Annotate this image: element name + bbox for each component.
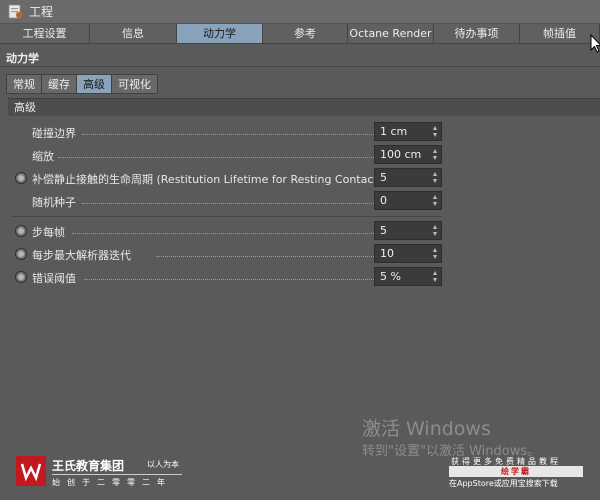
- max-solver-iterations-field[interactable]: 10: [374, 244, 442, 263]
- subtab-advanced[interactable]: 高级: [76, 74, 112, 94]
- field-value: 5 %: [380, 270, 401, 283]
- param-label: 缩放: [32, 150, 54, 163]
- param-row-random-seed: 随机种子 0: [12, 191, 442, 211]
- tab-project-settings[interactable]: 工程设置: [0, 24, 90, 44]
- animate-radio-icon[interactable]: [15, 172, 27, 184]
- promo-download-text: 在AppStore或应用宝搜索下载: [449, 479, 558, 488]
- animate-radio-icon[interactable]: [15, 248, 27, 260]
- spinner-arrows-icon[interactable]: [433, 271, 438, 283]
- dotted-leader: [156, 256, 376, 257]
- field-value: 100 cm: [380, 148, 422, 161]
- scale-field[interactable]: 100 cm: [374, 145, 442, 164]
- param-row-collision-margin: 碰撞边界 1 cm: [12, 122, 442, 142]
- mouse-cursor-icon: [590, 34, 600, 53]
- field-value: 10: [380, 247, 394, 260]
- subtab-visualization[interactable]: 可视化: [111, 74, 158, 94]
- tab-octane-render[interactable]: Octane Render: [348, 24, 434, 44]
- animate-radio-icon[interactable]: [15, 271, 27, 283]
- param-row-scale: 缩放 100 cm: [12, 145, 442, 165]
- promo-brand: 绘学霸: [449, 466, 583, 477]
- spinner-arrows-icon[interactable]: [433, 225, 438, 237]
- tab-dynamics[interactable]: 动力学: [177, 24, 263, 44]
- param-label: 步每帧: [32, 226, 65, 239]
- spinner-arrows-icon[interactable]: [433, 195, 438, 207]
- logo-subtitle: 始创于二零零二年: [52, 478, 172, 487]
- main-tabs: 工程设置 信息 动力学 参考 Octane Render 待办事项 帧插值: [0, 24, 600, 44]
- tab-info[interactable]: 信息: [90, 24, 177, 44]
- panel-title: 动力学: [6, 52, 39, 65]
- param-row-restitution-lifetime: 补偿静止接触的生命周期 (Restitution Lifetime for Re…: [12, 168, 442, 188]
- dotted-leader: [72, 233, 376, 234]
- field-value: 1 cm: [380, 125, 408, 138]
- restitution-lifetime-field[interactable]: 5: [374, 168, 442, 187]
- error-threshold-field[interactable]: 5 %: [374, 267, 442, 286]
- section-header-advanced: 高级: [8, 98, 600, 116]
- field-value: 5: [380, 224, 387, 237]
- animate-radio-icon[interactable]: [15, 225, 27, 237]
- param-row-steps-per-frame: 步每帧 5: [12, 221, 442, 241]
- subtab-cache[interactable]: 缓存: [41, 74, 77, 94]
- collision-margin-field[interactable]: 1 cm: [374, 122, 442, 141]
- dotted-leader: [58, 157, 376, 158]
- logo-slogan: 以人为本: [147, 460, 179, 469]
- steps-per-frame-field[interactable]: 5: [374, 221, 442, 240]
- random-seed-field[interactable]: 0: [374, 191, 442, 210]
- logo-icon: [16, 456, 46, 486]
- param-label: 错误阈值: [32, 272, 76, 285]
- param-label: 碰撞边界: [32, 127, 76, 140]
- param-label: 随机种子: [32, 196, 76, 209]
- param-row-error-threshold: 错误阈值 5 %: [12, 267, 442, 287]
- sub-tabs: 常规 缓存 高级 可视化: [6, 74, 158, 94]
- dotted-leader: [82, 134, 376, 135]
- divider: [52, 474, 182, 475]
- param-label: 每步最大解析器迭代: [32, 249, 131, 262]
- divider: [12, 216, 442, 217]
- title-bar: 工程: [0, 0, 600, 24]
- spinner-arrows-icon[interactable]: [433, 149, 438, 161]
- field-value: 5: [380, 171, 387, 184]
- spinner-arrows-icon[interactable]: [433, 248, 438, 260]
- dotted-leader: [82, 203, 376, 204]
- divider: [0, 66, 600, 67]
- dotted-leader: [84, 279, 376, 280]
- spinner-arrows-icon[interactable]: [433, 172, 438, 184]
- field-value: 0: [380, 194, 387, 207]
- tab-frame-interpolation[interactable]: 帧插值: [520, 24, 600, 44]
- logo-name: 王氏教育集团: [52, 459, 125, 473]
- window-title: 工程: [29, 5, 54, 19]
- activation-watermark-title: 激活 Windows: [362, 418, 491, 440]
- spinner-arrows-icon[interactable]: [433, 126, 438, 138]
- subtab-general[interactable]: 常规: [6, 74, 42, 94]
- param-row-max-solver-iterations: 每步最大解析器迭代 10: [12, 244, 442, 264]
- param-label: 补偿静止接触的生命周期 (Restitution Lifetime for Re…: [32, 173, 383, 186]
- tab-reference[interactable]: 参考: [263, 24, 348, 44]
- project-icon: [8, 4, 23, 19]
- tab-todo[interactable]: 待办事项: [434, 24, 520, 44]
